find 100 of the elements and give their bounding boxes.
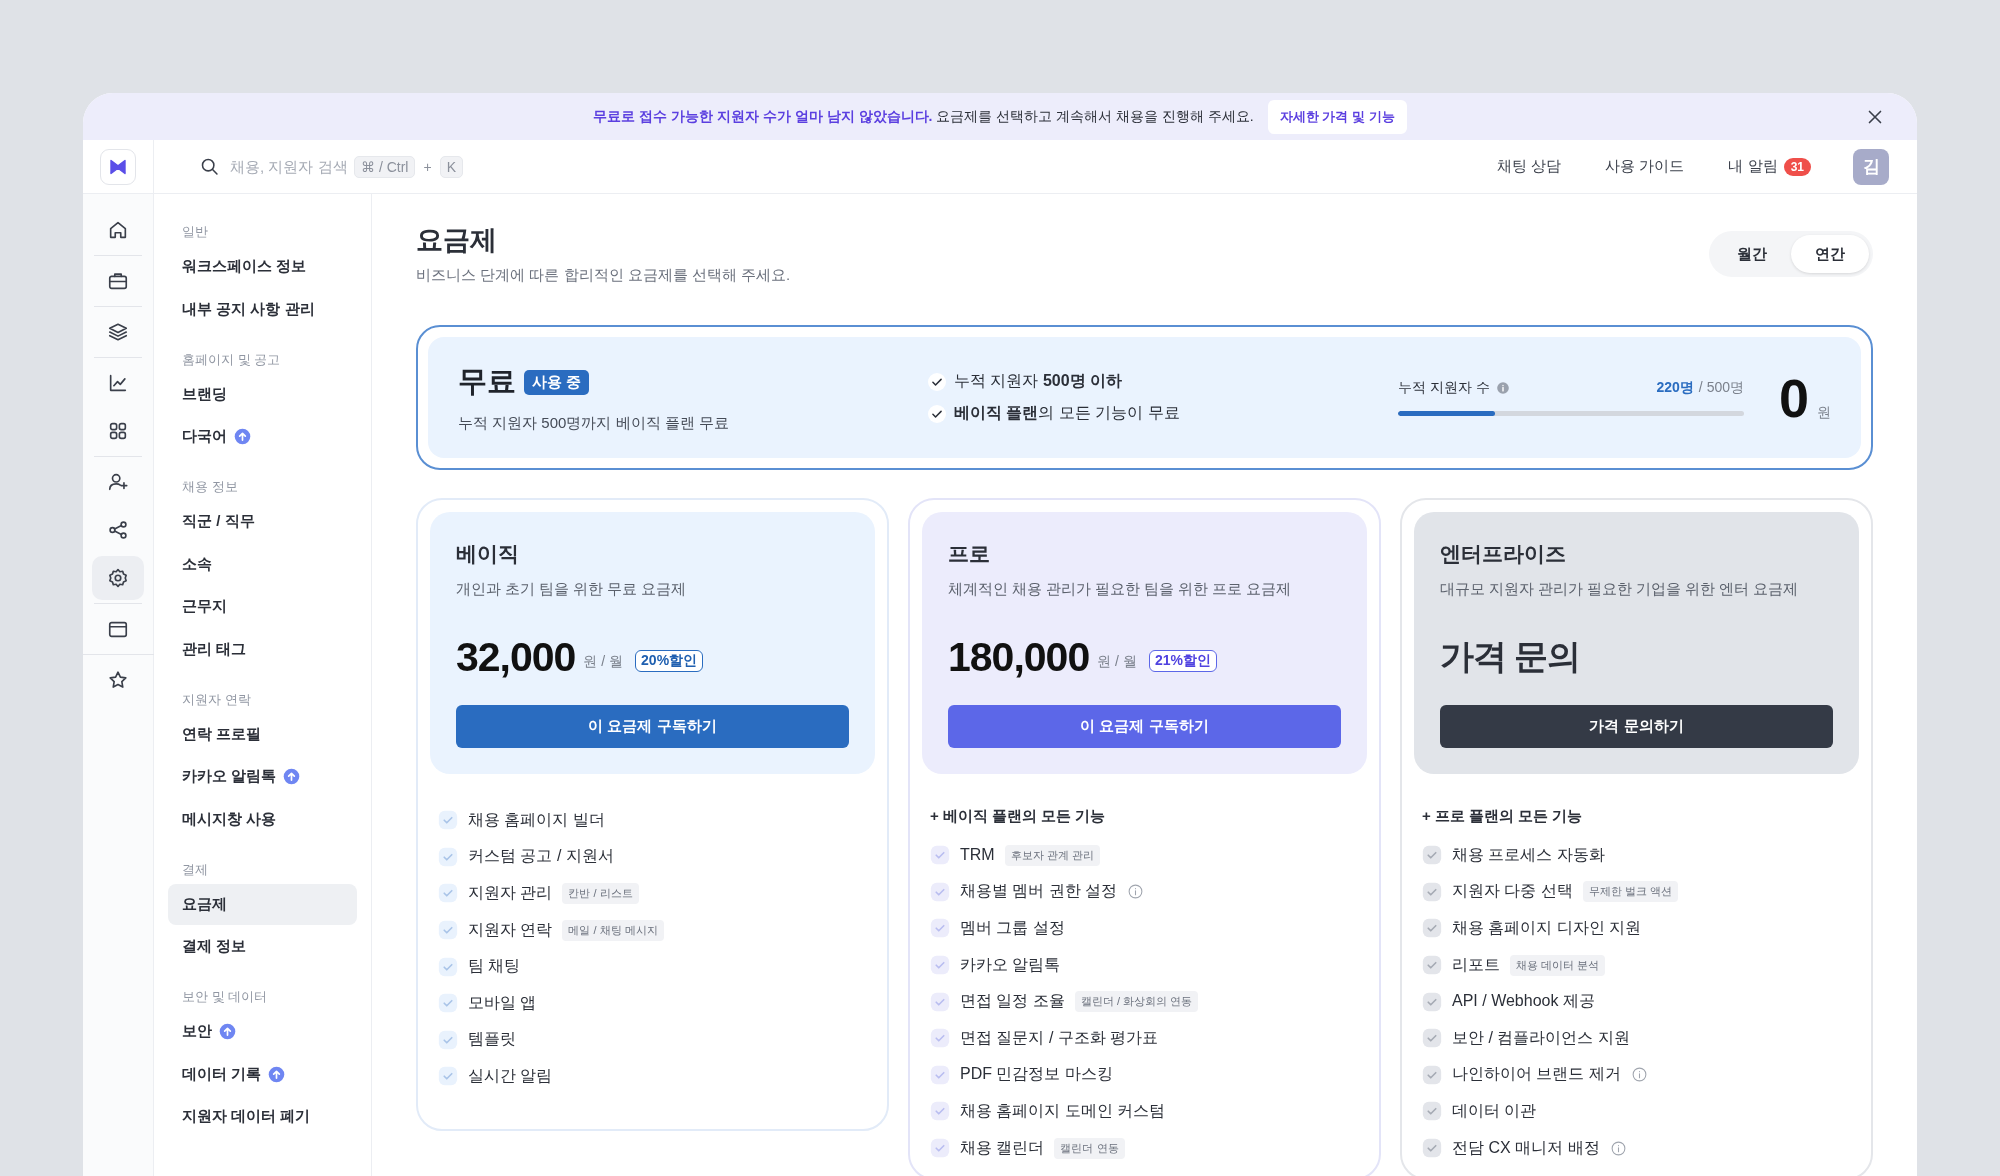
feature-text: 채용 프로세스 자동화: [1452, 844, 1605, 865]
usage-count: 220명: [1656, 379, 1694, 395]
top-nav-link[interactable]: 채팅 상담: [1497, 157, 1562, 176]
line-chart-icon: [107, 372, 129, 394]
feature-text: 채용 홈페이지 디자인 지원: [1452, 918, 1642, 938]
feature-text: 지원자 관리: [468, 883, 553, 903]
shortcut-plus: +: [423, 158, 432, 175]
settings-menu-item[interactable]: 소속: [168, 543, 357, 585]
plan-feature: 베이직 플랜의 모든 기능이 무료: [954, 403, 1180, 423]
billing-period-tab[interactable]: 월간: [1713, 235, 1791, 273]
settings-menu-item[interactable]: 데이터 기록: [168, 1053, 357, 1095]
subscribe-button[interactable]: 이 요금제 구독하기: [456, 705, 849, 748]
settings-menu-item[interactable]: 보안: [168, 1011, 357, 1052]
plan-price: 0: [1778, 366, 1809, 429]
plan-name: 무료: [458, 364, 516, 399]
settings-menu-item[interactable]: 관리 태그: [168, 628, 357, 670]
settings-menu-item[interactable]: 메시지창 사용: [168, 798, 357, 840]
feature-text: 카카오 알림톡: [960, 954, 1061, 975]
billing-period-tab[interactable]: 연간: [1791, 235, 1869, 273]
includes-heading: + 프로 플랜의 모든 기능: [1422, 806, 1584, 826]
includes-heading: + 베이직 플랜의 모든 기능: [930, 806, 1107, 826]
feature-text: 보안 / 컴플라이언스 지원: [1452, 1027, 1630, 1048]
check-icon: [438, 883, 458, 904]
add-user-icon: [107, 471, 129, 493]
feature-text: PDF 민감정보 마스킹: [960, 1064, 1113, 1085]
check-icon: [930, 881, 950, 902]
check-icon: [1422, 918, 1442, 939]
feature-text: 전담 CX 매니저 배정: [1452, 1137, 1600, 1158]
home-icon: [107, 219, 129, 241]
feature-tag: 캘린더 연동: [1054, 1137, 1125, 1159]
plan-description: 체계적인 채용 관리가 필요한 팀을 위한 프로 요금제: [948, 580, 1293, 599]
plan-description: 개인과 초기 팀을 위한 무료 요금제: [456, 580, 688, 599]
settings-menu-item[interactable]: 지원자 데이터 폐기: [168, 1096, 357, 1137]
settings-menu-item[interactable]: 근무지: [168, 586, 357, 627]
price-unit: 원 / 월: [1097, 653, 1137, 671]
settings-menu-item[interactable]: 요금제: [168, 883, 357, 925]
subscribe-button[interactable]: 이 요금제 구독하기: [948, 705, 1341, 748]
search-icon: [199, 156, 220, 177]
menu-item-label: 데이터 기록: [182, 1064, 262, 1084]
star-icon: [107, 669, 129, 691]
feature-text: 나인하이어 브랜드 제거: [1452, 1064, 1621, 1085]
plan-name: 베이직: [456, 541, 520, 567]
feature-text: 채용 캘린더: [960, 1137, 1045, 1158]
settings-menu-item[interactable]: 직군 / 직무: [168, 501, 357, 542]
section-heading: 보안 및 데이터: [181, 988, 269, 1006]
shortcut-key: K: [439, 155, 463, 178]
status-badge: 사용 중: [524, 369, 590, 395]
check-icon: [930, 845, 950, 866]
check-icon: [930, 1064, 950, 1085]
feature-text: 데이터 이관: [1452, 1100, 1537, 1121]
check-icon: [438, 920, 458, 941]
settings-menu-item[interactable]: 워크스페이스 정보: [168, 246, 357, 287]
feature-text: 리포트: [1452, 954, 1500, 975]
settings-menu-item[interactable]: 결제 정보: [168, 926, 357, 967]
grid-icon: [107, 420, 129, 442]
price-unit: 원 / 월: [583, 653, 624, 671]
settings-menu-item[interactable]: 다국어: [168, 416, 357, 457]
settings-menu-item[interactable]: 연락 프로필: [168, 713, 357, 755]
check-icon: [1422, 881, 1442, 902]
check-icon: [930, 1028, 950, 1049]
logo-icon: [100, 148, 136, 185]
feature-text: 커스텀 공고 / 지원서: [468, 846, 614, 867]
search-field[interactable]: 채용, 지원자 검색: [228, 158, 346, 175]
settings-nav-button[interactable]: [92, 556, 144, 600]
feature-text: 모바일 앱: [468, 992, 537, 1013]
feature-text: 지원자 다중 선택: [1452, 881, 1573, 902]
section-heading: 채용 정보: [181, 478, 239, 496]
page-subtitle: 비즈니스 단계에 따른 합리적인 요금제를 선택해 주세요.: [416, 266, 791, 285]
feature-text: 채용 홈페이지 도메인 커스텀: [960, 1100, 1166, 1121]
feature-tag: 채용 데이터 분석: [1510, 954, 1606, 976]
menu-item-label: 보안: [182, 1022, 212, 1041]
check-icon: [930, 991, 950, 1012]
plan-description: 누적 지원자 500명까지 베이직 플랜 무료: [458, 414, 730, 433]
settings-menu-item[interactable]: 내부 공지 사항 관리: [168, 288, 357, 330]
check-icon: [930, 918, 950, 939]
feature-text: 지원자 연락: [468, 919, 553, 940]
settings-menu-item[interactable]: 카카오 알림톡: [168, 756, 357, 797]
discount-badge: 20%할인: [635, 650, 704, 672]
feature-tag: 칸반 / 리스트: [562, 883, 639, 904]
layers-icon: [107, 321, 129, 343]
menu-item-label: 카카오 알림톡: [182, 767, 277, 786]
usage-limit: / 500명: [1698, 379, 1744, 395]
feature-text: API / Webhook 제공: [1452, 991, 1595, 1012]
notifications-link[interactable]: 내 알림 31: [1728, 157, 1811, 176]
top-nav-link[interactable]: 사용 가이드: [1605, 157, 1685, 176]
check-icon: [438, 1066, 458, 1087]
feature-tag: 후보자 관계 관리: [1004, 844, 1100, 866]
shortcut-key: ⌘ / Ctrl: [354, 155, 416, 178]
check-icon: [930, 1138, 950, 1159]
check-icon: [438, 1029, 458, 1050]
check-icon: [928, 404, 946, 423]
check-icon: [1422, 845, 1442, 866]
pricing-link-button[interactable]: 자세한 가격 및 기능: [1267, 99, 1407, 134]
plan-name: 프로: [948, 541, 991, 567]
plan-price: 가격 문의: [1440, 636, 1581, 677]
feature-text: 실시간 알림: [468, 1065, 553, 1086]
contact-sales-button[interactable]: 가격 문의하기: [1440, 705, 1833, 748]
settings-menu-item[interactable]: 브랜딩: [168, 373, 357, 415]
check-icon: [1422, 955, 1442, 976]
feature-text: 팀 채팅: [468, 956, 521, 977]
